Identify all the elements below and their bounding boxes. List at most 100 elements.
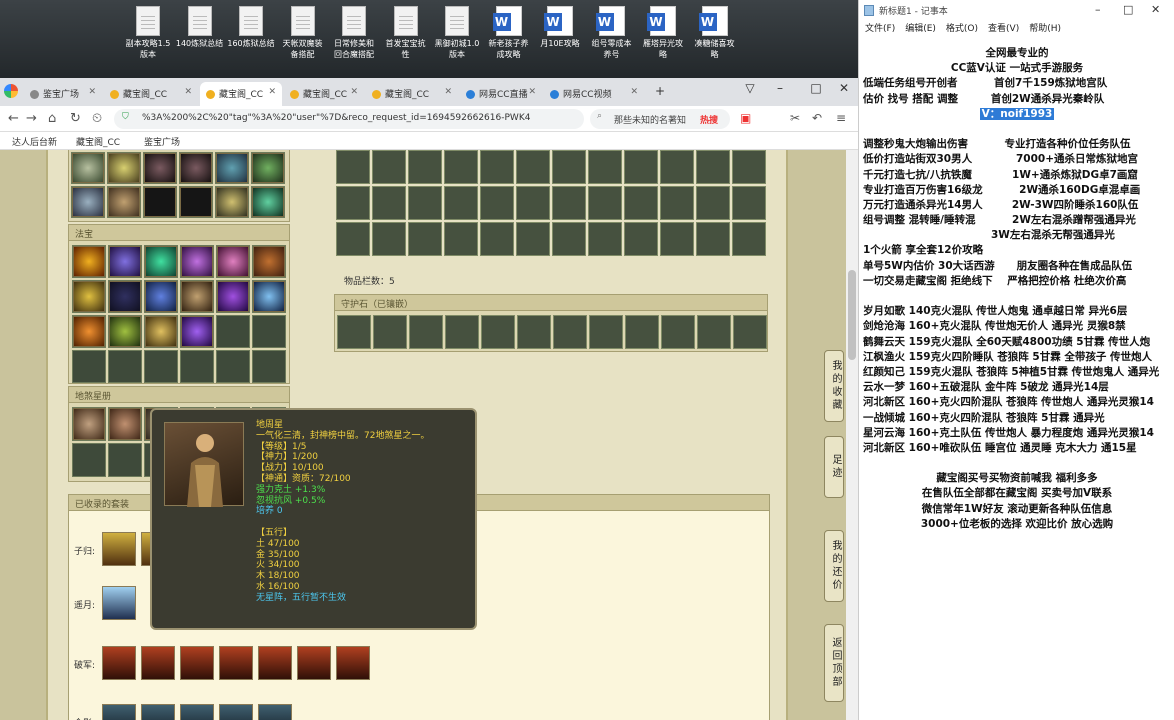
browser-logo-icon[interactable] bbox=[4, 84, 18, 98]
notepad-menu-item[interactable]: 格式(O) bbox=[946, 24, 978, 34]
undo-icon[interactable]: ↶ bbox=[812, 111, 822, 125]
inventory-slot[interactable] bbox=[179, 186, 213, 218]
tab-close-icon[interactable]: ✕ bbox=[184, 87, 192, 97]
inventory-slot[interactable] bbox=[72, 280, 106, 313]
menu-icon[interactable]: ≡ bbox=[836, 111, 846, 125]
inventory-slot[interactable] bbox=[72, 350, 106, 383]
tab-close-icon[interactable]: ✕ bbox=[444, 87, 452, 97]
hot-search-label[interactable]: 热搜 bbox=[700, 113, 718, 126]
home-icon[interactable]: ⌂ bbox=[48, 111, 56, 126]
inventory-slot[interactable] bbox=[108, 350, 142, 383]
inventory-slot[interactable] bbox=[372, 186, 406, 220]
maximize-icon[interactable]: □ bbox=[804, 81, 828, 95]
side-button-3[interactable]: 我的还价 bbox=[824, 530, 844, 602]
inventory-slot[interactable] bbox=[252, 315, 286, 348]
inventory-slot[interactable] bbox=[251, 186, 285, 218]
inventory-slot[interactable] bbox=[107, 186, 141, 218]
inventory-slot[interactable] bbox=[144, 245, 178, 278]
notepad-menu-item[interactable]: 编辑(E) bbox=[905, 24, 936, 34]
inventory-slot[interactable] bbox=[696, 150, 730, 184]
tab-close-icon[interactable]: ✕ bbox=[630, 87, 638, 97]
notepad-menu-item[interactable]: 文件(F) bbox=[865, 24, 895, 34]
notepad-menu-item[interactable]: 帮助(H) bbox=[1029, 24, 1061, 34]
inventory-slot[interactable] bbox=[108, 245, 142, 278]
inventory-slot[interactable] bbox=[624, 222, 658, 256]
inventory-slot[interactable] bbox=[625, 315, 659, 349]
set-piece[interactable] bbox=[219, 704, 253, 720]
inventory-slot[interactable] bbox=[408, 186, 442, 220]
notepad-menu-item[interactable]: 查看(V) bbox=[988, 24, 1019, 34]
inventory-slot[interactable] bbox=[660, 186, 694, 220]
inventory-slot[interactable] bbox=[624, 186, 658, 220]
set-piece[interactable] bbox=[336, 646, 370, 680]
set-piece[interactable] bbox=[180, 704, 214, 720]
set-piece[interactable] bbox=[297, 646, 331, 680]
desktop-icon[interactable]: 160炼狱总结 bbox=[227, 6, 275, 49]
scrollbar-thumb[interactable] bbox=[848, 270, 856, 360]
inventory-slot[interactable] bbox=[72, 245, 106, 278]
set-piece[interactable] bbox=[102, 704, 136, 720]
inventory-slot[interactable] bbox=[444, 222, 478, 256]
desktop-icon[interactable]: 日常修美和 回合魔搭配 bbox=[330, 6, 378, 60]
inventory-slot[interactable] bbox=[480, 150, 514, 184]
desktop-icon[interactable]: 首发宝宝抗 性 bbox=[382, 6, 430, 60]
set-piece[interactable] bbox=[219, 646, 253, 680]
inventory-slot[interactable] bbox=[252, 280, 286, 313]
inventory-slot[interactable] bbox=[408, 150, 442, 184]
inventory-slot[interactable] bbox=[373, 315, 407, 349]
inventory-slot[interactable] bbox=[480, 186, 514, 220]
tab-5[interactable]: 藏宝阁_CC ✕ bbox=[366, 82, 458, 106]
bookmark-3[interactable]: 鉴宝广场 bbox=[144, 135, 180, 148]
inventory-slot[interactable] bbox=[588, 150, 622, 184]
inventory-slot[interactable] bbox=[336, 222, 370, 256]
inventory-slot[interactable] bbox=[216, 280, 250, 313]
inventory-slot[interactable] bbox=[516, 150, 550, 184]
set-piece[interactable] bbox=[141, 704, 175, 720]
desktop-icon[interactable]: 黑御初城1.0 版本 bbox=[433, 6, 481, 60]
inventory-slot[interactable] bbox=[144, 350, 178, 383]
desktop-icon[interactable]: 140炼狱总结 bbox=[176, 6, 224, 49]
inventory-slot[interactable] bbox=[72, 315, 106, 348]
set-piece[interactable] bbox=[102, 586, 136, 620]
minimize-icon[interactable]: – bbox=[768, 81, 792, 95]
inventory-slot[interactable] bbox=[732, 150, 766, 184]
set-piece[interactable] bbox=[258, 646, 292, 680]
inventory-slot[interactable] bbox=[216, 245, 250, 278]
inventory-slot[interactable] bbox=[144, 315, 178, 348]
inventory-slot[interactable] bbox=[180, 245, 214, 278]
desktop-icon[interactable]: W 组号零成本 养号 bbox=[588, 6, 636, 60]
inventory-slot[interactable] bbox=[180, 350, 214, 383]
inventory-slot[interactable] bbox=[107, 152, 141, 184]
tab-3[interactable]: 藏宝阁_CC ✕ bbox=[200, 82, 282, 106]
inventory-slot[interactable] bbox=[481, 315, 515, 349]
history-icon[interactable]: ⏲ bbox=[92, 111, 102, 126]
bookmark-1[interactable]: 达人后台新 bbox=[12, 135, 57, 148]
inventory-slot[interactable] bbox=[517, 315, 551, 349]
inventory-slot[interactable] bbox=[516, 186, 550, 220]
inventory-slot[interactable] bbox=[216, 350, 250, 383]
inventory-slot[interactable] bbox=[733, 315, 767, 349]
inventory-slot[interactable] bbox=[732, 222, 766, 256]
inventory-slot[interactable] bbox=[337, 315, 371, 349]
inventory-slot[interactable] bbox=[589, 315, 623, 349]
set-piece[interactable] bbox=[102, 532, 136, 566]
inventory-slot[interactable] bbox=[72, 443, 106, 477]
inventory-slot[interactable] bbox=[216, 315, 250, 348]
inventory-slot[interactable] bbox=[215, 152, 249, 184]
set-piece[interactable] bbox=[141, 646, 175, 680]
inventory-slot[interactable] bbox=[71, 186, 105, 218]
inventory-slot[interactable] bbox=[215, 186, 249, 218]
inventory-slot[interactable] bbox=[553, 315, 587, 349]
inventory-slot[interactable] bbox=[588, 186, 622, 220]
inventory-slot[interactable] bbox=[372, 150, 406, 184]
side-button-2[interactable]: 足迹 bbox=[824, 436, 844, 498]
np-close-icon[interactable]: ✕ bbox=[1151, 3, 1160, 16]
inventory-slot[interactable] bbox=[445, 315, 479, 349]
tab-close-icon[interactable]: ✕ bbox=[350, 87, 358, 97]
inventory-slot[interactable] bbox=[108, 443, 142, 477]
side-button-1[interactable]: 我的收藏 bbox=[824, 350, 844, 422]
desktop-icon[interactable]: W 新老孩子养 成攻略 bbox=[485, 6, 533, 60]
tab-1[interactable]: 鉴宝广场 ✕ bbox=[24, 82, 102, 106]
inventory-slot[interactable] bbox=[252, 350, 286, 383]
inventory-slot[interactable] bbox=[252, 245, 286, 278]
